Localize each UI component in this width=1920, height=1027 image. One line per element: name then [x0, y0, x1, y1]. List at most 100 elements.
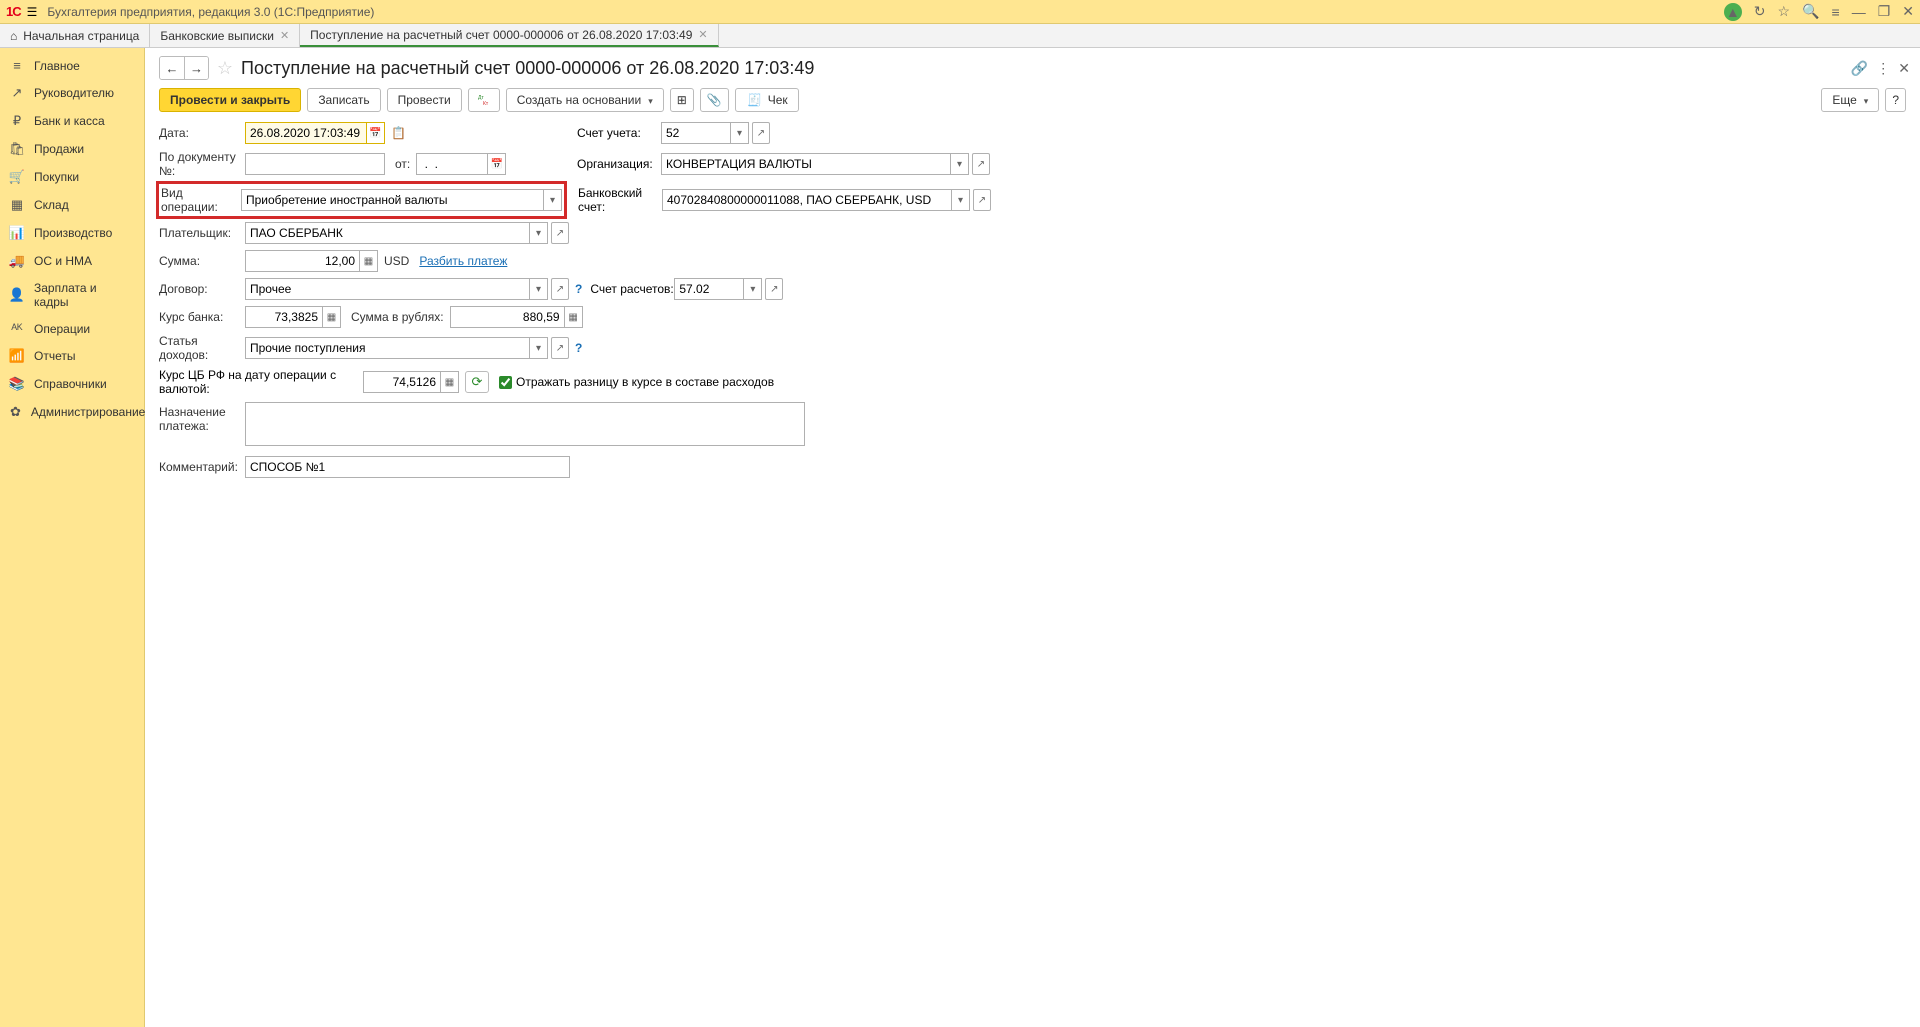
restore-icon[interactable]: ❐: [1878, 3, 1891, 20]
dropdown-icon[interactable]: ▾: [731, 122, 749, 144]
calc-icon[interactable]: ▦: [441, 371, 459, 393]
dropdown-icon[interactable]: ▾: [544, 189, 562, 211]
attach-button[interactable]: 📎: [700, 88, 729, 112]
income-input[interactable]: [245, 337, 530, 359]
page-header-actions: 🔗 ⋮ ✕: [1851, 60, 1910, 77]
notification-icon[interactable]: ▲: [1724, 3, 1742, 21]
dt-kt-button[interactable]: ДтКт: [468, 88, 500, 112]
check-button[interactable]: 🧾Чек: [735, 88, 799, 112]
org-label: Организация:: [577, 157, 661, 171]
open-contract-button[interactable]: ↗: [551, 278, 569, 300]
sidebar-item-admin[interactable]: ✿Администрирование: [0, 398, 144, 426]
refresh-rate-button[interactable]: ⟳: [465, 371, 489, 393]
sidebar-item-production[interactable]: 📊Производство: [0, 219, 144, 247]
calc-icon[interactable]: ▦: [565, 306, 583, 328]
sidebar-item-bank[interactable]: ₽Банк и касса: [0, 107, 144, 135]
history-icon[interactable]: ↻: [1754, 3, 1766, 20]
help-icon[interactable]: ?: [575, 341, 582, 355]
close-icon[interactable]: ✕: [280, 29, 289, 42]
sidebar-item-reports[interactable]: 📶Отчеты: [0, 342, 144, 370]
calc-icon[interactable]: ▦: [360, 250, 378, 272]
dropdown-icon[interactable]: ▾: [951, 153, 969, 175]
purpose-textarea[interactable]: [245, 402, 805, 446]
related-button[interactable]: ⊞: [670, 88, 694, 112]
org-input[interactable]: [661, 153, 951, 175]
bankrate-input[interactable]: [245, 306, 323, 328]
dropdown-icon[interactable]: ▾: [530, 222, 548, 244]
more-icon[interactable]: ⋮: [1876, 60, 1890, 77]
dropdown-icon[interactable]: ▾: [744, 278, 762, 300]
open-settle-button[interactable]: ↗: [765, 278, 783, 300]
sidebar-item-salary[interactable]: 👤Зарплата и кадры: [0, 275, 144, 315]
calendar-ext-icon[interactable]: 📋: [391, 126, 406, 140]
open-bankacc-button[interactable]: ↗: [973, 189, 991, 211]
minimize-icon[interactable]: —: [1852, 4, 1866, 20]
sidebar-item-label: Главное: [34, 59, 80, 73]
sidebar-item-warehouse[interactable]: ▦Склад: [0, 191, 144, 219]
sidebar-item-sales[interactable]: 🛍Продажи: [0, 135, 144, 163]
account-input[interactable]: [661, 122, 731, 144]
create-based-on-button[interactable]: Создать на основании: [506, 88, 664, 112]
open-account-button[interactable]: ↗: [752, 122, 770, 144]
settings-icon[interactable]: ≡: [1832, 4, 1840, 20]
search-icon[interactable]: 🔍: [1802, 3, 1819, 20]
dropdown-icon[interactable]: ▾: [530, 337, 548, 359]
dropdown-icon[interactable]: ▾: [952, 189, 970, 211]
bankacc-input[interactable]: [662, 189, 952, 211]
favorite-icon[interactable]: ☆: [215, 58, 235, 79]
reflect-diff-checkbox[interactable]: Отражать разницу в курсе в составе расхо…: [499, 375, 774, 389]
close-page-icon[interactable]: ✕: [1898, 60, 1910, 77]
open-org-button[interactable]: ↗: [972, 153, 990, 175]
open-income-button[interactable]: ↗: [551, 337, 569, 359]
hamburger-icon[interactable]: ☰: [27, 5, 38, 19]
sidebar-item-refs[interactable]: 📚Справочники: [0, 370, 144, 398]
payer-input[interactable]: [245, 222, 530, 244]
sidebar-item-operations[interactable]: ᴬᴷОперации: [0, 315, 144, 342]
sidebar: ≡Главное ↗Руководителю ₽Банк и касса 🛍Пр…: [0, 48, 145, 1027]
tab-bank-statements[interactable]: Банковские выписки ✕: [150, 24, 300, 47]
sidebar-item-label: Банк и касса: [34, 114, 105, 128]
more-button[interactable]: Еще: [1821, 88, 1879, 112]
sidebar-item-assets[interactable]: 🚚ОС и НМА: [0, 247, 144, 275]
docnum-input[interactable]: [245, 153, 385, 175]
settle-input[interactable]: [674, 278, 744, 300]
sidebar-item-label: Справочники: [34, 377, 107, 391]
income-label: Статья доходов:: [159, 334, 245, 362]
sidebar-item-purchases[interactable]: 🛒Покупки: [0, 163, 144, 191]
tab-home[interactable]: ⌂ Начальная страница: [0, 24, 150, 47]
cbr-input[interactable]: [363, 371, 441, 393]
reflect-diff-input[interactable]: [499, 376, 512, 389]
sidebar-item-manager[interactable]: ↗Руководителю: [0, 79, 144, 107]
sidebar-item-label: Производство: [34, 226, 112, 240]
forward-button[interactable]: →: [184, 57, 208, 79]
calendar-icon[interactable]: 📅: [488, 153, 506, 175]
contract-input[interactable]: [245, 278, 530, 300]
close-icon[interactable]: ✕: [698, 28, 707, 41]
close-window-icon[interactable]: ✕: [1902, 3, 1914, 20]
from-date-input[interactable]: [416, 153, 488, 175]
date-input[interactable]: [245, 122, 367, 144]
related-icon: ⊞: [677, 93, 687, 107]
cbr-label: Курс ЦБ РФ на дату операции с валютой:: [159, 368, 359, 396]
star-icon[interactable]: ☆: [1778, 3, 1791, 20]
calc-icon[interactable]: ▦: [323, 306, 341, 328]
optype-input[interactable]: [241, 189, 544, 211]
save-button[interactable]: Записать: [307, 88, 380, 112]
comment-input[interactable]: [245, 456, 570, 478]
sumrub-input[interactable]: [450, 306, 565, 328]
currency-label: USD: [384, 254, 409, 268]
help-icon[interactable]: ?: [575, 282, 582, 296]
open-payer-button[interactable]: ↗: [551, 222, 569, 244]
tab-receipt-doc[interactable]: Поступление на расчетный счет 0000-00000…: [300, 24, 718, 47]
post-and-close-button[interactable]: Провести и закрыть: [159, 88, 301, 112]
post-button[interactable]: Провести: [387, 88, 462, 112]
split-payment-link[interactable]: Разбить платеж: [419, 254, 507, 268]
dropdown-icon[interactable]: ▾: [530, 278, 548, 300]
sidebar-item-label: Зарплата и кадры: [34, 281, 134, 309]
sidebar-item-main[interactable]: ≡Главное: [0, 52, 144, 79]
help-button[interactable]: ?: [1885, 88, 1906, 112]
calendar-icon[interactable]: 📅: [367, 122, 385, 144]
sum-input[interactable]: [245, 250, 360, 272]
back-button[interactable]: ←: [160, 57, 184, 79]
link-icon[interactable]: 🔗: [1851, 60, 1868, 77]
